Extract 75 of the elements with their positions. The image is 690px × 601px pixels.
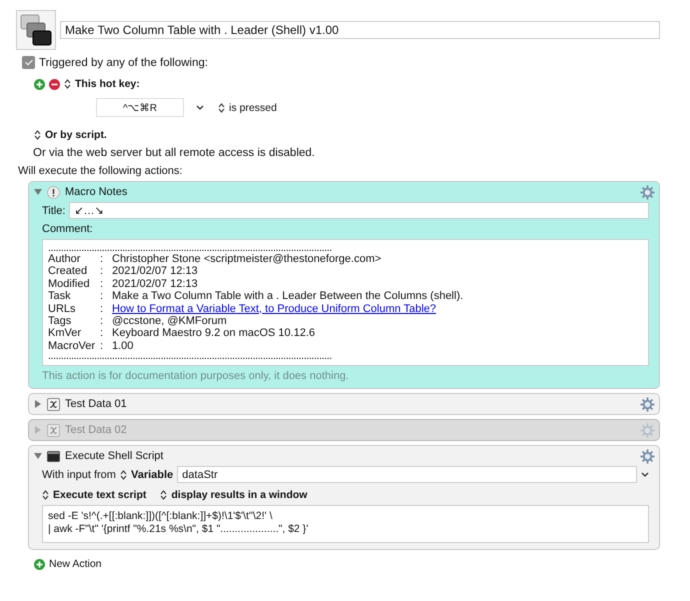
action-title: Macro Notes [65,186,128,198]
field-key: Task [48,290,100,303]
colon-separator: : [100,340,104,352]
variable-x-icon [47,424,60,437]
disclosure-closed-icon[interactable] [34,400,42,408]
input-source-popup[interactable]: Variable [130,468,174,481]
field-key: Tags [48,315,100,328]
dotted-rule: ............................................................................................................... [48,352,333,362]
field-value: 2021/02/07 12:13 [112,265,198,278]
comment-field[interactable] [42,239,649,366]
field-key: Modified [48,278,100,290]
macro-group-icon[interactable] [16,10,56,50]
action-title: Execute Shell Script [65,450,164,462]
field-value: 2021/02/07 12:13 [112,278,198,290]
url-link[interactable]: How to Format a Variable Text, to Produce Uniform Column Table? [112,302,436,316]
field-key: KmVer [48,327,100,340]
output-popup[interactable]: display results in a window [171,489,308,502]
disclosure-open-icon[interactable] [34,188,42,196]
colon-separator: : [100,315,104,328]
updown-chevron-icon[interactable] [160,490,168,500]
macro-name-field[interactable]: Make Two Column Table with . Leader (Shell) v1.00 [60,21,660,39]
updown-chevron-icon[interactable] [218,102,225,112]
gear-icon[interactable] [640,448,655,464]
dropdown-caret-icon[interactable] [196,104,204,110]
add-icon[interactable] [34,558,45,570]
colon-separator: : [100,290,104,303]
actions-heading: Will execute the following actions: [18,165,182,177]
mode-popup[interactable]: Execute text script [53,489,146,502]
updown-chevron-icon[interactable] [120,470,127,480]
hotkey-field[interactable]: ^⌥⌘R [96,98,184,117]
field-value: 1.00 [112,340,134,352]
hotkey-condition-popup[interactable]: is pressed [229,102,277,114]
colon-separator: : [100,302,104,316]
field-value: @ccstone, @KMForum [112,315,227,328]
colon-separator: : [100,278,104,290]
gear-icon[interactable] [640,184,655,200]
colon-separator: : [100,327,104,340]
terminal-icon [47,450,60,462]
updown-chevron-icon[interactable] [42,490,49,500]
script-field[interactable]: sed -E 's!^(.+[[:blank:]])([^[:blank:]]+$)!\1'$'\t''\2!' \ | awk -F"\t" '{printf "%.21s %s\n", $1 "....................", $2 }' [42,505,649,544]
field-value: Keyboard Maestro 9.2 on macOS 10.12.6 [112,327,316,340]
remove-icon[interactable] [49,78,60,90]
dotted-rule: ............................................................................................................... [48,244,333,253]
variable-field[interactable]: dataStr [177,466,637,484]
new-action-button[interactable]: New Action [49,558,102,570]
gear-icon[interactable] [640,396,655,412]
dropdown-caret-icon[interactable] [641,472,649,478]
trigger-label: Triggered by any of the following: [39,56,208,68]
web-server-note: Or via the web server but all remote access is disabled. [33,147,315,159]
colon-separator: : [100,265,104,278]
script-line: | awk -F"\t" '{printf "%.21s %s\n", $1 "....................", $2 }' [48,523,310,536]
updown-chevron-icon[interactable] [64,79,71,89]
updown-chevron-icon[interactable] [34,130,41,140]
colon-separator: : [100,253,104,266]
field-value: Christopher Stone <scriptmeister@thestoneforge.com> [112,253,382,266]
trigger-checkbox[interactable] [22,56,35,69]
input-label: With input from [42,468,116,481]
field-key: Created [48,265,100,278]
field-key: URLs [48,302,100,316]
disclosure-open-icon[interactable] [34,452,42,460]
action-title: Test Data 01 [65,398,127,410]
field-value: Make a Two Column Table with a . Leader Between the Columns (shell). [112,290,464,303]
script-trigger-popup[interactable]: Or by script. [45,129,107,141]
field-key: MacroVer [48,340,100,352]
add-icon[interactable] [34,78,45,90]
action-footnote: This action is for documentation purposes only, it does nothing. [42,370,350,382]
field-key: Author [48,253,100,266]
title-field[interactable]: ↙…↘ [69,202,649,219]
action-title: Test Data 02 [65,424,127,436]
script-line: sed -E 's!^(.+[[:blank:]])([^[:blank:]]+$)!\1'$'\t''\2!' \ [48,510,274,524]
comment-label: Comment: [42,223,94,235]
exclamation-icon [47,186,60,198]
variable-x-icon [47,398,60,411]
trigger-type-popup[interactable]: This hot key: [75,78,140,90]
title-label: Title: [42,204,66,216]
